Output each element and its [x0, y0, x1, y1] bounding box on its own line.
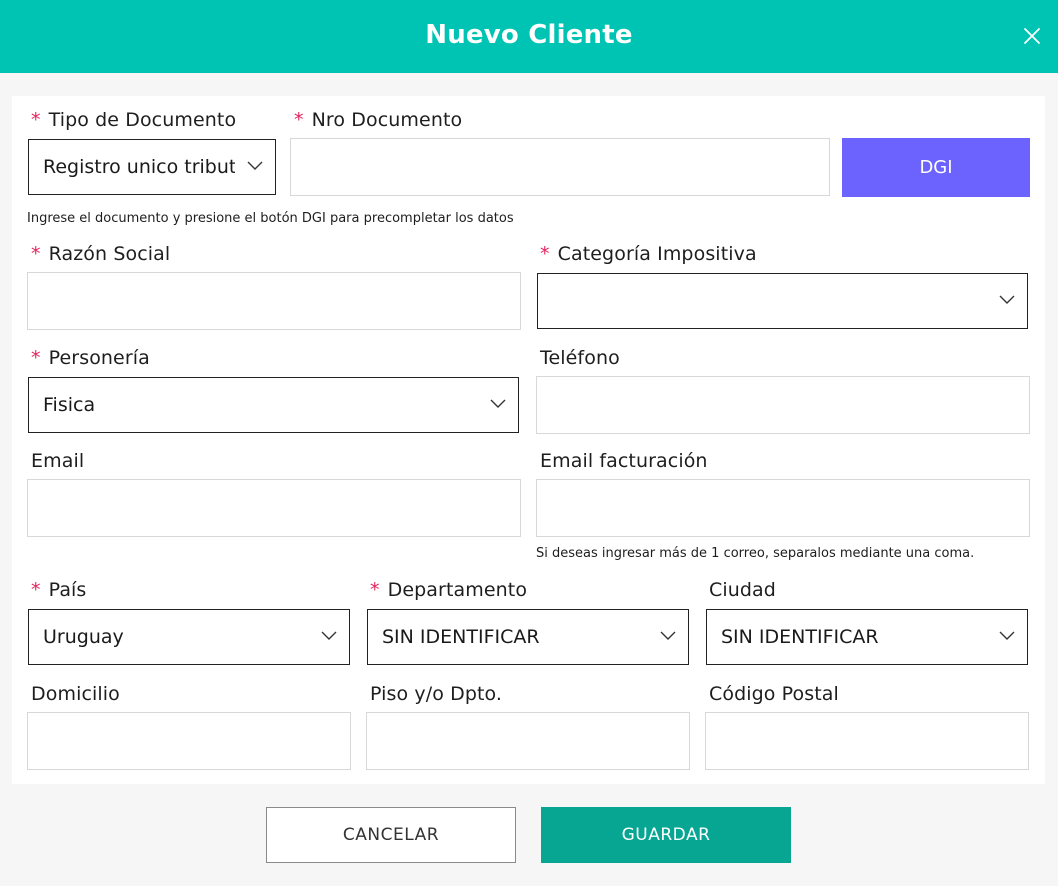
razon-social-input[interactable] — [27, 272, 521, 330]
piso-dpto-label: Piso y/o Dpto. — [370, 683, 503, 705]
telefono-input[interactable] — [536, 376, 1030, 434]
razon-social-label-text: Razón Social — [48, 243, 171, 265]
modal-title: Nuevo Cliente — [425, 20, 633, 50]
tipo-documento-value: Registro unico tributario — [43, 156, 235, 178]
chevron-down-icon — [490, 399, 506, 408]
dgi-button[interactable]: DGI — [842, 138, 1030, 197]
domicilio-input[interactable] — [27, 712, 351, 770]
personeria-label-text: Personería — [48, 347, 150, 369]
departamento-label-text: Departamento — [387, 579, 528, 601]
ciudad-label: Ciudad — [709, 579, 776, 601]
required-mark: * — [31, 579, 41, 601]
required-mark: * — [31, 243, 41, 265]
razon-social-label: * Razón Social — [31, 243, 170, 265]
email-hint: Si deseas ingresar más de 1 correo, sepa… — [536, 546, 975, 561]
modal-header: Nuevo Cliente — [0, 0, 1058, 73]
email-facturacion-label: Email facturación — [540, 450, 708, 472]
chevron-down-icon — [999, 631, 1015, 640]
personeria-value: Fisica — [43, 394, 96, 416]
pais-value: Uruguay — [43, 626, 124, 648]
piso-dpto-input[interactable] — [366, 712, 690, 770]
save-button[interactable]: GUARDAR — [541, 807, 791, 863]
required-mark: * — [370, 579, 380, 601]
email-label: Email — [31, 450, 85, 472]
telefono-label: Teléfono — [540, 347, 620, 369]
domicilio-label: Domicilio — [31, 683, 120, 705]
required-mark: * — [540, 243, 550, 265]
departamento-value: SIN IDENTIFICAR — [382, 626, 540, 648]
ciudad-select[interactable]: SIN IDENTIFICAR — [706, 609, 1028, 665]
nro-documento-input[interactable] — [290, 138, 830, 196]
personeria-label: * Personería — [31, 347, 150, 369]
nro-documento-label: * Nro Documento — [294, 109, 462, 131]
chevron-down-icon — [247, 161, 263, 170]
form-card — [12, 96, 1045, 784]
pais-label: * País — [31, 579, 86, 601]
ciudad-value: SIN IDENTIFICAR — [721, 626, 879, 648]
categoria-impositiva-label: * Categoría Impositiva — [540, 243, 757, 265]
cancel-button[interactable]: CANCELAR — [266, 807, 516, 863]
required-mark: * — [294, 109, 304, 131]
tipo-documento-select[interactable]: Registro unico tributario — [28, 139, 276, 195]
categoria-impositiva-label-text: Categoría Impositiva — [557, 243, 757, 265]
codigo-postal-label: Código Postal — [709, 683, 839, 705]
personeria-select[interactable]: Fisica — [28, 377, 519, 433]
pais-label-text: País — [48, 579, 87, 601]
codigo-postal-input[interactable] — [705, 712, 1029, 770]
pais-select[interactable]: Uruguay — [28, 609, 350, 665]
required-mark: * — [31, 109, 41, 131]
close-icon[interactable] — [1020, 24, 1044, 48]
chevron-down-icon — [660, 631, 676, 640]
nro-documento-label-text: Nro Documento — [311, 109, 463, 131]
documento-hint: Ingrese el documento y presione el botón… — [27, 211, 514, 226]
categoria-impositiva-select[interactable] — [537, 273, 1028, 329]
email-input[interactable] — [27, 479, 521, 537]
required-mark: * — [31, 347, 41, 369]
chevron-down-icon — [321, 631, 337, 640]
chevron-down-icon — [999, 295, 1015, 304]
tipo-documento-label: * Tipo de Documento — [31, 109, 236, 131]
departamento-label: * Departamento — [370, 579, 527, 601]
tipo-documento-label-text: Tipo de Documento — [48, 109, 237, 131]
email-facturacion-input[interactable] — [536, 479, 1030, 537]
departamento-select[interactable]: SIN IDENTIFICAR — [367, 609, 689, 665]
